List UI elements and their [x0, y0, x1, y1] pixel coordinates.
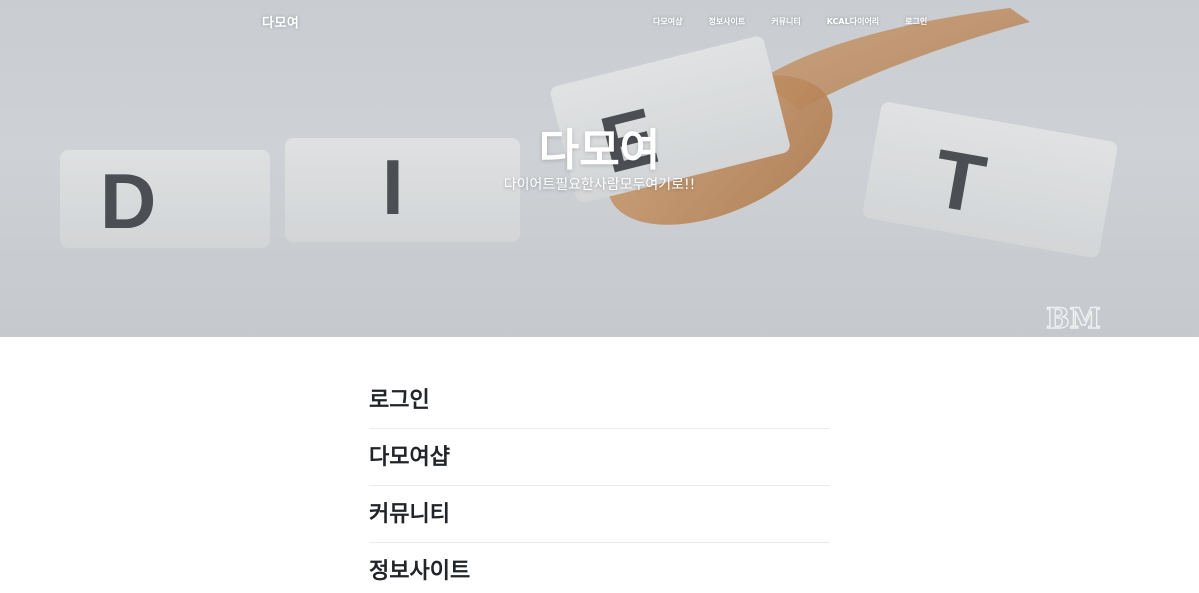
- menu-item-label: 커뮤니티: [369, 502, 450, 527]
- main-menu-list: 로그인 다모여샵 커뮤니티 정보사이트: [369, 372, 830, 593]
- menu-item-label: 다모여샵: [369, 445, 450, 470]
- menu-item-login[interactable]: 로그인: [369, 372, 830, 429]
- site-subtitle: 다이어트필요한사람모두여기로!!: [503, 177, 696, 194]
- nav-link-shop[interactable]: 다모여샵: [640, 16, 695, 27]
- brand-logo-link[interactable]: 다모여: [262, 12, 299, 31]
- nav-link-kcal-diary[interactable]: KCAL다이어리: [814, 16, 892, 27]
- nav-menu: 다모여샵 정보사이트 커뮤니티 KCAL다이어리 로그인: [640, 16, 940, 27]
- menu-item-label: 정보사이트: [369, 559, 471, 584]
- menu-item-info-site[interactable]: 정보사이트: [369, 543, 830, 593]
- hero-heading: 다모여 다이어트필요한사람모두여기로!!: [0, 125, 1199, 194]
- nav-link-info-site[interactable]: 정보사이트: [695, 16, 758, 27]
- menu-item-label: 로그인: [369, 388, 430, 413]
- nav-link-community[interactable]: 커뮤니티: [758, 16, 813, 27]
- menu-item-shop[interactable]: 다모여샵: [369, 429, 830, 486]
- site-title: 다모여: [538, 125, 661, 176]
- menu-item-community[interactable]: 커뮤니티: [369, 486, 830, 543]
- hero-header: D I E T BM 다모여 다모여샵 정보사이트 커뮤니티 KCAL다이어리 …: [0, 0, 1199, 337]
- watermark-logo: BM: [1046, 302, 1101, 335]
- nav-link-login[interactable]: 로그인: [892, 16, 940, 27]
- main-navbar: 다모여 다모여샵 정보사이트 커뮤니티 KCAL다이어리 로그인: [0, 0, 1199, 42]
